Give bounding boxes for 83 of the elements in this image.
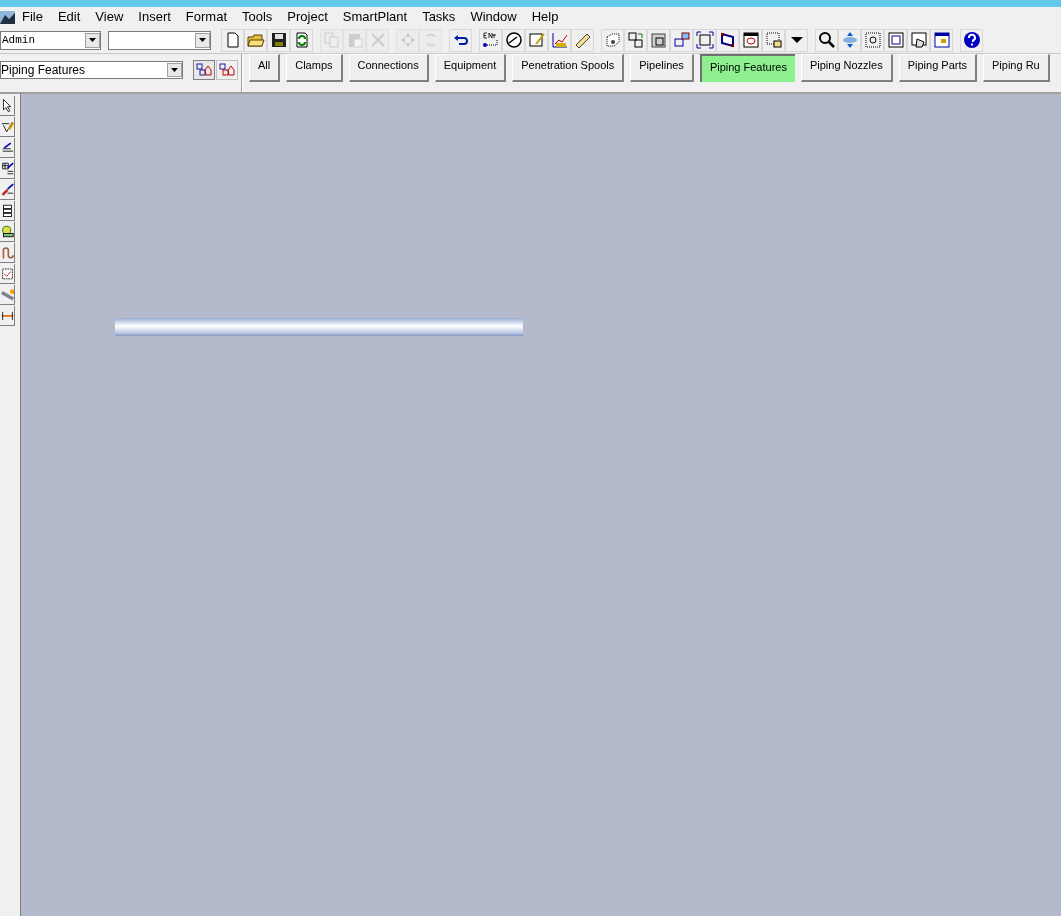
menu-item[interactable]: Tasks [422, 7, 456, 27]
filter-tab[interactable]: Clamps [286, 54, 343, 82]
window-pair-icon [672, 31, 691, 49]
folder-icon [246, 31, 265, 49]
filter-tab[interactable]: All [249, 54, 281, 82]
tool-button[interactable] [0, 201, 15, 221]
select-filter-button[interactable] [193, 60, 215, 80]
search-icon [817, 31, 836, 49]
menu-item[interactable]: Format [185, 7, 227, 27]
dropdown-button[interactable] [785, 28, 808, 52]
grid-arrow-icon [0, 161, 14, 176]
menu-item[interactable]: Help [531, 7, 559, 27]
menu-item[interactable]: Insert [138, 7, 171, 27]
ruler-icon [573, 31, 592, 49]
menu-item[interactable]: Project [287, 7, 328, 27]
fit-view-icon [695, 31, 714, 49]
stack-icon [0, 203, 14, 218]
menu-item[interactable]: Window [470, 7, 517, 27]
toolbar-button[interactable] [479, 28, 502, 52]
toolbar-button[interactable] [930, 28, 953, 52]
toolbar-button[interactable] [739, 28, 762, 52]
coordinate-point-icon [481, 31, 500, 49]
toolbar-button[interactable] [624, 28, 647, 52]
toolbar-button[interactable] [449, 28, 472, 52]
filter-tab[interactable]: Pipelines [630, 54, 694, 82]
views-icon [932, 31, 951, 49]
caret-icon [171, 68, 178, 72]
tool-button[interactable] [0, 306, 15, 326]
fit-all-icon [886, 31, 905, 49]
filter-tab[interactable]: Piping Features [699, 54, 795, 82]
filter-tab[interactable]: Connections [348, 54, 429, 82]
user-dropdown[interactable]: Admin [0, 30, 101, 50]
zoom-area-icon [863, 31, 882, 49]
menu-item[interactable]: Edit [57, 7, 81, 27]
arrow-line-icon [0, 140, 14, 155]
caret-icon [199, 38, 206, 42]
pencil-icon [0, 119, 14, 134]
shapes-icon [196, 63, 212, 77]
toolbar-button[interactable] [571, 28, 594, 52]
boxes-icon [626, 31, 645, 49]
toolbar-button[interactable] [861, 28, 884, 52]
graph-icon [550, 31, 569, 49]
cross-icon [368, 31, 387, 49]
toolbar-button[interactable] [601, 28, 624, 52]
filter-tab[interactable]: Piping Nozzles [800, 54, 893, 82]
deselect-filter-button[interactable] [216, 60, 238, 80]
filter-tab[interactable]: Equipment [434, 54, 507, 82]
toolbar-button[interactable] [815, 28, 838, 52]
pointer-arrow-icon [0, 98, 14, 113]
help-icon [962, 31, 981, 49]
filter-tab[interactable]: Piping Parts [898, 54, 977, 82]
clipboard-check-icon [0, 266, 14, 281]
tool-button[interactable] [0, 117, 15, 137]
tool-button[interactable] [0, 264, 15, 284]
menu-item[interactable]: View [95, 7, 124, 27]
toolbar-button[interactable] [907, 28, 930, 52]
dashed-select-icon [764, 31, 783, 49]
pan-arrows-icon [840, 31, 859, 49]
app-icon[interactable] [0, 10, 15, 24]
tool-button[interactable] [0, 180, 15, 200]
dropdown-field[interactable] [108, 30, 211, 50]
dropdown-arrow-icon [790, 37, 803, 43]
copy-icon [322, 31, 341, 49]
shapes-icon [219, 63, 235, 77]
menu-item[interactable]: SmartPlant [342, 7, 408, 27]
toolbar-button[interactable] [267, 28, 290, 52]
toolbar-button[interactable] [960, 28, 983, 52]
edit-check-icon [527, 31, 546, 49]
tool-button[interactable] [0, 159, 15, 179]
plane-icon [718, 31, 737, 49]
menu-item[interactable]: File [22, 7, 43, 27]
locate-filter-dropdown[interactable]: Piping Features [0, 61, 183, 79]
tool-button[interactable] [0, 222, 15, 242]
menu-item[interactable]: Tools [242, 7, 273, 27]
tool-button[interactable] [0, 138, 15, 158]
caret-icon [89, 38, 96, 42]
filter-tab[interactable]: Piping Ru [983, 54, 1050, 82]
filter-tab[interactable]: Penetration Spools [512, 54, 625, 82]
tool-button[interactable] [0, 96, 15, 116]
view-window-icon [741, 31, 760, 49]
toolbar-button[interactable] [502, 28, 525, 52]
frame-icon [649, 31, 668, 49]
toolbar-button[interactable] [716, 28, 739, 52]
